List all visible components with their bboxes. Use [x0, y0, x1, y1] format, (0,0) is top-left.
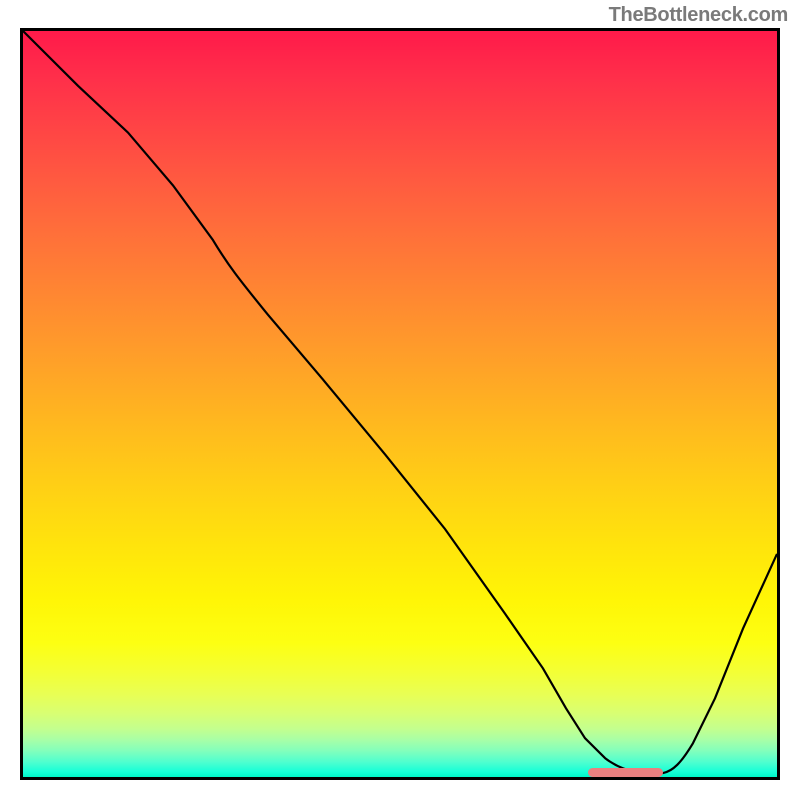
- watermark-text: TheBottleneck.com: [609, 4, 788, 27]
- optimal-range-marker: [588, 768, 663, 777]
- chart-svg: [23, 31, 777, 777]
- chart-container: TheBottleneck.com: [0, 0, 800, 800]
- plot-area: [20, 28, 780, 780]
- bottleneck-curve: [23, 31, 777, 773]
